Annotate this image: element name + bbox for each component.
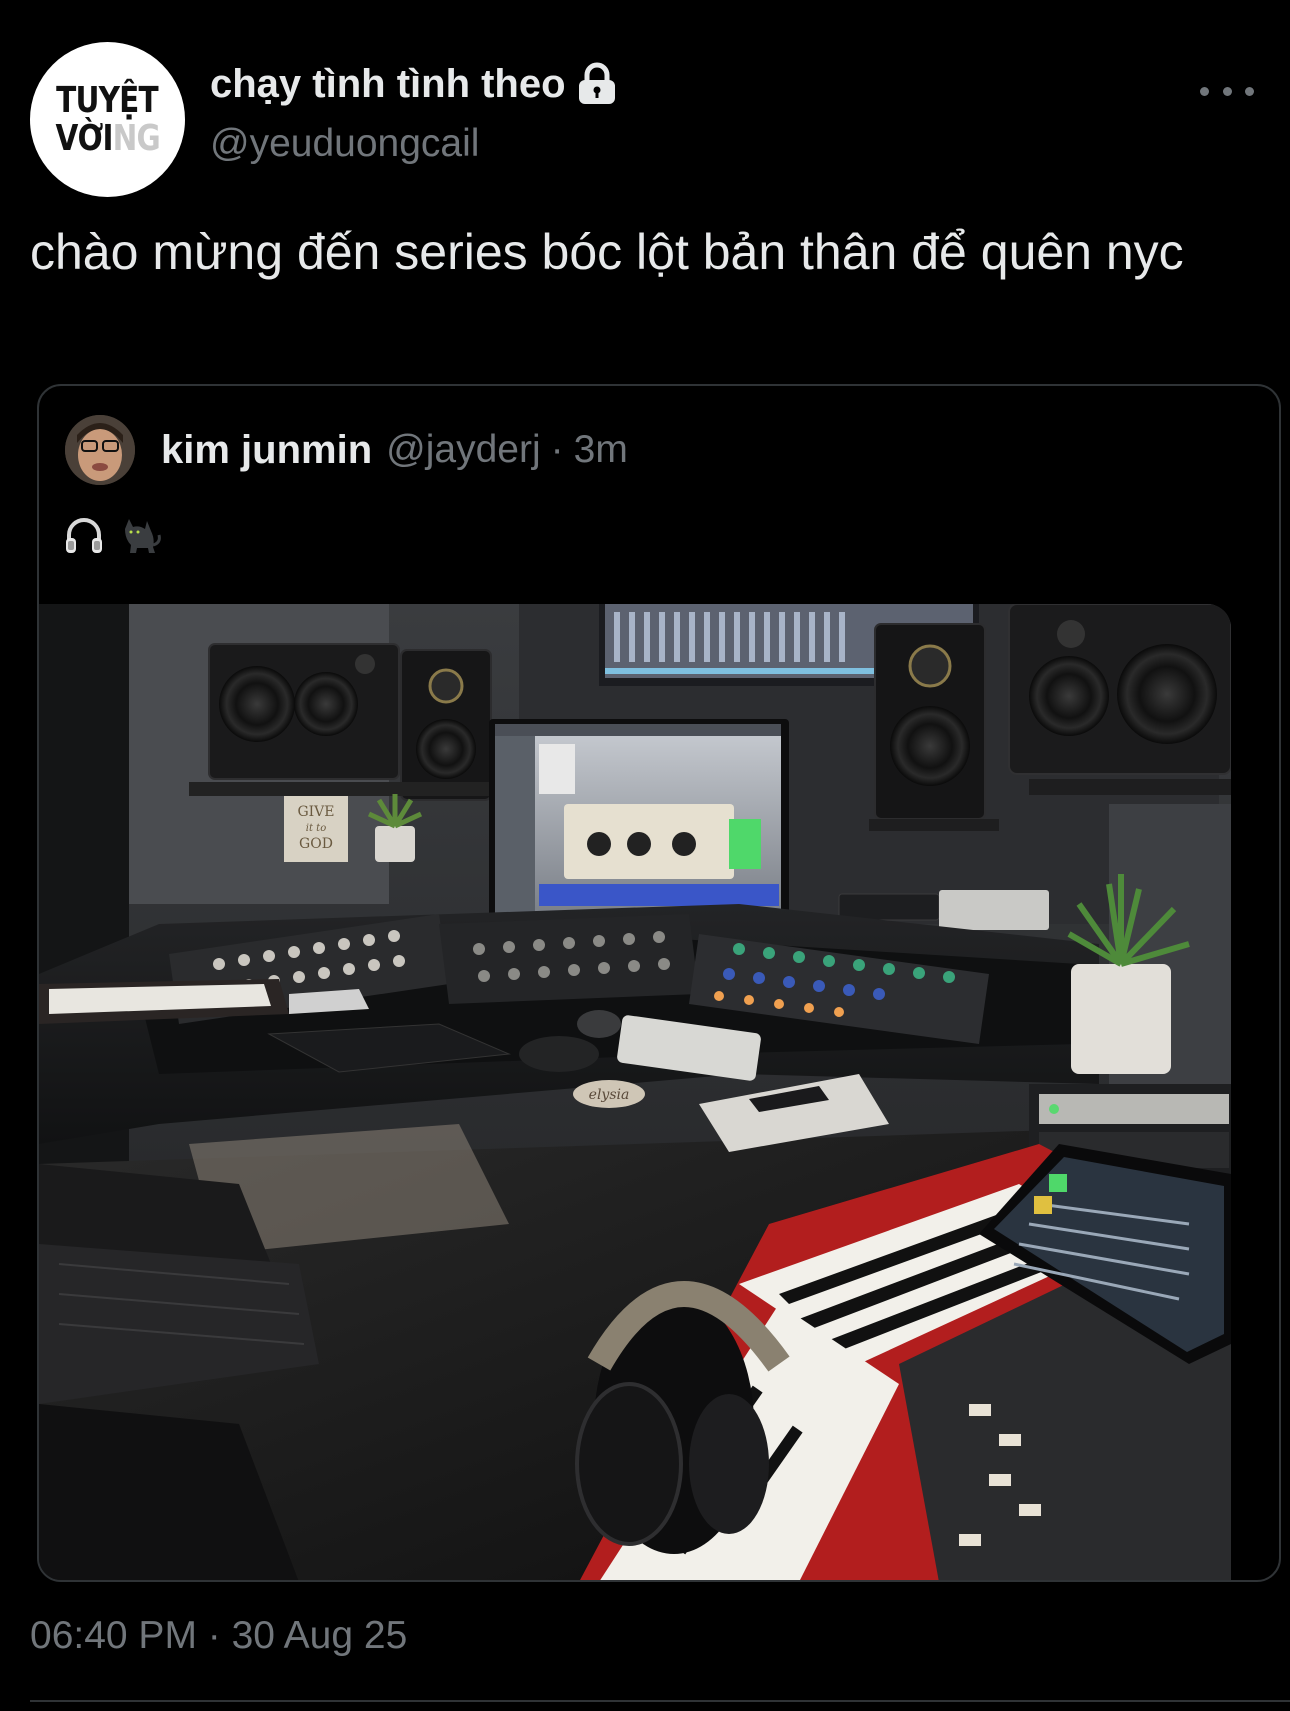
quoted-tweet-card[interactable]: kim junmin @jayderj · 3m GIVE it to GOD … bbox=[37, 384, 1281, 1582]
avatar-logo-text: TUYỆT VỜING bbox=[30, 42, 185, 197]
sign-line-2: it to bbox=[306, 823, 326, 834]
quoted-tweet-time[interactable]: 3m bbox=[574, 428, 628, 472]
divider bbox=[30, 1700, 1290, 1702]
avatar-text-line2-dark: VỜI bbox=[55, 117, 113, 159]
avatar-text-line2: VỜING bbox=[55, 117, 160, 159]
quoted-author-handle[interactable]: @jayderj bbox=[386, 428, 540, 472]
tweet: TUYỆT VỜING chạy tình tình theo @yeuduon… bbox=[0, 0, 1290, 1711]
quoted-author-avatar[interactable] bbox=[65, 415, 135, 485]
tweet-text: chào mừng đến series bóc lột bản thân để… bbox=[30, 224, 1184, 280]
quoted-tweet-text bbox=[63, 512, 177, 560]
more-dot bbox=[1200, 86, 1209, 96]
avatar-text-line1: TUYỆT bbox=[56, 79, 160, 121]
more-horizontal-icon[interactable] bbox=[1200, 76, 1254, 106]
sign-line-1: GIVE bbox=[297, 804, 334, 820]
author-name-row: chạy tình tình theo bbox=[210, 58, 618, 110]
quoted-tweet-header: kim junmin @jayderj · 3m bbox=[65, 414, 628, 486]
author-avatar[interactable]: TUYỆT VỜING bbox=[30, 42, 185, 197]
quoted-tweet-media[interactable]: GIVE it to GOD elysia bbox=[39, 604, 1231, 1580]
author-display-name[interactable]: chạy tình tình theo bbox=[210, 62, 566, 107]
avatar-text-line2-light: NG bbox=[112, 117, 160, 159]
more-dot bbox=[1222, 86, 1232, 96]
more-dot bbox=[1245, 86, 1254, 96]
black-cat-icon bbox=[125, 519, 161, 553]
lock-icon bbox=[576, 62, 618, 106]
quoted-meta-separator: · bbox=[550, 428, 564, 471]
coaster-text: elysia bbox=[589, 1087, 630, 1103]
quoted-author-display-name[interactable]: kim junmin bbox=[161, 428, 372, 473]
author-handle[interactable]: @yeuduongcail bbox=[210, 122, 479, 166]
tweet-timestamp[interactable]: 06:40 PM · 30 Aug 25 bbox=[30, 1614, 407, 1658]
headphones-icon bbox=[66, 518, 102, 553]
studio-photo: GIVE it to GOD elysia bbox=[39, 604, 1231, 1580]
sign-line-3: GOD bbox=[299, 836, 333, 852]
